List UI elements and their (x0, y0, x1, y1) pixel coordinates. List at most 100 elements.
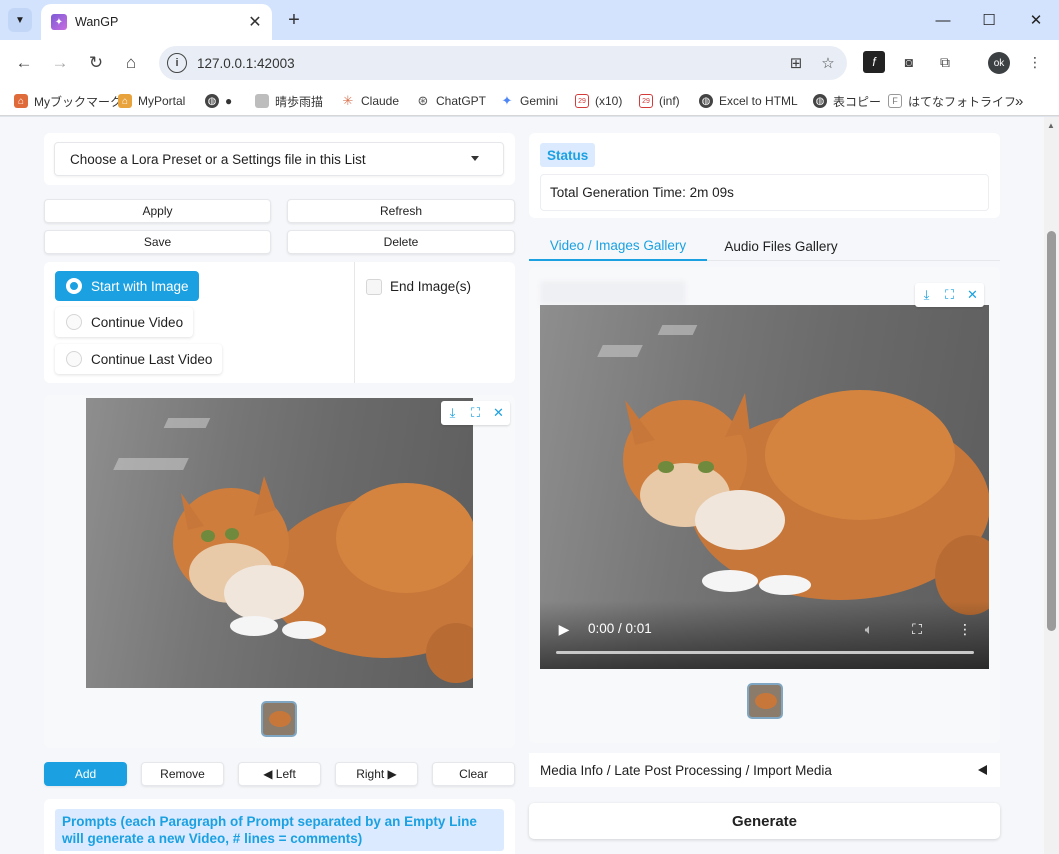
claude-icon: ✳ (341, 93, 355, 108)
move-left-button[interactable]: ◀ Left (238, 762, 321, 786)
video-label-placeholder (540, 281, 686, 305)
browser-toolbar: ← → ↻ ⌂ i 127.0.0.1:42003 ⊞ ☆ f ◙ ⧉ ok ⋮ (0, 40, 1059, 86)
media-info-accordion[interactable]: Media Info / Late Post Processing / Impo… (529, 753, 1000, 787)
move-right-button[interactable]: Right ▶ (335, 762, 418, 786)
bookmark-item[interactable]: ◍ ● (205, 92, 232, 110)
address-bar[interactable]: i 127.0.0.1:42003 ⊞ ☆ (159, 46, 847, 80)
house-icon: ⌂ (14, 94, 28, 108)
end-image-label: End Image(s) (390, 279, 472, 294)
hatena-icon: F (888, 94, 902, 108)
back-icon[interactable]: ← (11, 50, 37, 76)
globe-icon: ◍ (699, 94, 713, 108)
video-fullscreen-icon[interactable]: ⛶ (906, 618, 928, 640)
calendar-icon: 29 (575, 94, 589, 108)
download-icon[interactable]: ⤓ (915, 283, 938, 307)
fullscreen-icon[interactable]: ⛶ (938, 283, 961, 307)
tab-title: WanGP (75, 15, 119, 29)
page-viewport: Choose a Lora Preset or a Settings file … (0, 117, 1044, 854)
preset-dropdown-value: Choose a Lora Preset or a Settings file … (70, 151, 366, 167)
generate-button[interactable]: Generate (529, 803, 1000, 839)
divider (354, 262, 355, 383)
bookmark-item[interactable]: ✦ Gemini (500, 92, 558, 110)
video-player[interactable]: ▶ 0:00 / 0:01 🔈︎ ⛶ ⋮ (540, 305, 989, 669)
close-icon[interactable]: ✕ (487, 401, 510, 425)
bookmark-item[interactable]: ◍ 表コピー (813, 92, 881, 110)
start-image-preview[interactable] (86, 398, 473, 688)
radio-dot (66, 351, 82, 367)
bookmark-item[interactable]: F はてなフォトライフ (888, 92, 1016, 110)
wangp-favicon-icon: ✦ (51, 14, 67, 30)
forward-icon[interactable]: → (47, 50, 73, 76)
video-thumbnail[interactable] (747, 683, 783, 719)
clear-button[interactable]: Clear (432, 762, 515, 786)
lora-preset-dropdown[interactable]: Choose a Lora Preset or a Settings file … (54, 142, 504, 176)
gallery-tabs: Video / Images Gallery Audio Files Galle… (529, 232, 1000, 261)
bookmark-item[interactable]: 29 (x10) (575, 92, 622, 110)
bookmark-item[interactable]: 晴歩雨描 (255, 92, 323, 110)
fullscreen-icon[interactable]: ⛶ (464, 401, 487, 425)
tab-audio-files-gallery[interactable]: Audio Files Gallery (707, 232, 855, 261)
window-close-icon[interactable]: ✕ (1022, 6, 1050, 34)
bookmark-item[interactable]: ⌂ Myブックマーク (14, 92, 122, 110)
globe-icon: ◍ (813, 94, 827, 108)
video-seek-bar[interactable] (556, 651, 974, 654)
globe-icon: ◍ (205, 94, 219, 108)
maximize-icon[interactable]: ☐ (975, 6, 1003, 34)
save-button[interactable]: Save (44, 230, 271, 254)
chatgpt-icon: ⊛ (416, 93, 430, 108)
url-text[interactable]: 127.0.0.1:42003 (197, 56, 783, 71)
radio-start-with-image[interactable]: Start with Image (55, 271, 199, 301)
browser-tab[interactable]: ✦ WanGP ✕ (41, 4, 272, 40)
video-options-icon[interactable]: ⋮ (954, 618, 976, 640)
bookmarks-overflow-icon[interactable]: » (1015, 92, 1023, 110)
status-text: Total Generation Time: 2m 09s (540, 174, 989, 211)
page-scrollbar[interactable]: ▲ (1044, 117, 1059, 854)
volume-icon[interactable]: 🔈︎ (858, 618, 880, 640)
cat-illustration (173, 476, 473, 683)
bookmark-item[interactable]: ⊛ ChatGPT (416, 92, 486, 110)
close-icon[interactable]: ✕ (961, 283, 984, 307)
remove-button[interactable]: Remove (141, 762, 224, 786)
image-toolbar: ⤓ ⛶ ✕ (441, 401, 510, 425)
translate-icon[interactable]: ⊞ (783, 50, 809, 76)
browser-menu-icon[interactable]: ⋮ (1024, 51, 1046, 73)
bookmarks-bar: ⌂ Myブックマーク ⌂ MyPortal ◍ ● 晴歩雨描 ✳ Claude ⊛ Cha… (0, 86, 1059, 116)
bookmark-item[interactable]: ✳ Claude (341, 92, 399, 110)
apply-button[interactable]: Apply (44, 199, 271, 223)
radio-continue-video[interactable]: Continue Video (55, 307, 194, 337)
scrollbar-thumb[interactable] (1047, 231, 1056, 631)
minimize-icon[interactable]: — (929, 6, 957, 34)
extension-f-icon[interactable]: f (863, 51, 885, 73)
bookmark-item[interactable]: 29 (inf) (639, 92, 680, 110)
bookmark-item[interactable]: ◍ Excel to HTML (699, 92, 798, 110)
video-toolbar: ⤓ ⛶ ✕ (915, 283, 984, 307)
tab-video-images-gallery[interactable]: Video / Images Gallery (529, 232, 707, 261)
scroll-up-icon[interactable]: ▲ (1047, 121, 1055, 130)
page-icon (255, 94, 269, 108)
calendar-icon: 29 (639, 94, 653, 108)
camera-extension-icon[interactable]: ◙ (898, 51, 920, 73)
add-button[interactable]: Add (44, 762, 127, 786)
refresh-button[interactable]: Refresh (287, 199, 515, 223)
radio-continue-last-video[interactable]: Continue Last Video (55, 344, 223, 374)
close-tab-icon[interactable]: ✕ (246, 13, 264, 31)
chevron-down-icon (471, 156, 479, 161)
delete-button[interactable]: Delete (287, 230, 515, 254)
reload-icon[interactable]: ↻ (83, 50, 109, 76)
site-info-icon[interactable]: i (167, 53, 187, 73)
radio-dot (66, 314, 82, 330)
video-controls: ▶ 0:00 / 0:01 🔈︎ ⛶ ⋮ (540, 601, 989, 669)
start-image-thumbnail[interactable] (261, 701, 297, 737)
play-icon[interactable]: ▶ (553, 618, 575, 640)
profile-avatar[interactable]: ok (988, 52, 1010, 74)
home-icon[interactable]: ⌂ (118, 50, 144, 76)
new-tab-button[interactable]: + (282, 8, 306, 32)
tab-search-button[interactable]: ▼ (8, 8, 32, 32)
bookmark-item[interactable]: ⌂ MyPortal (118, 92, 185, 110)
video-time: 0:00 / 0:01 (588, 621, 652, 636)
extensions-puzzle-icon[interactable]: ⧉ (934, 51, 956, 73)
bookmark-star-icon[interactable]: ☆ (815, 50, 841, 76)
download-icon[interactable]: ⤓ (441, 401, 464, 425)
accordion-label: Media Info / Late Post Processing / Impo… (540, 762, 832, 778)
end-image-checkbox[interactable] (366, 279, 382, 295)
